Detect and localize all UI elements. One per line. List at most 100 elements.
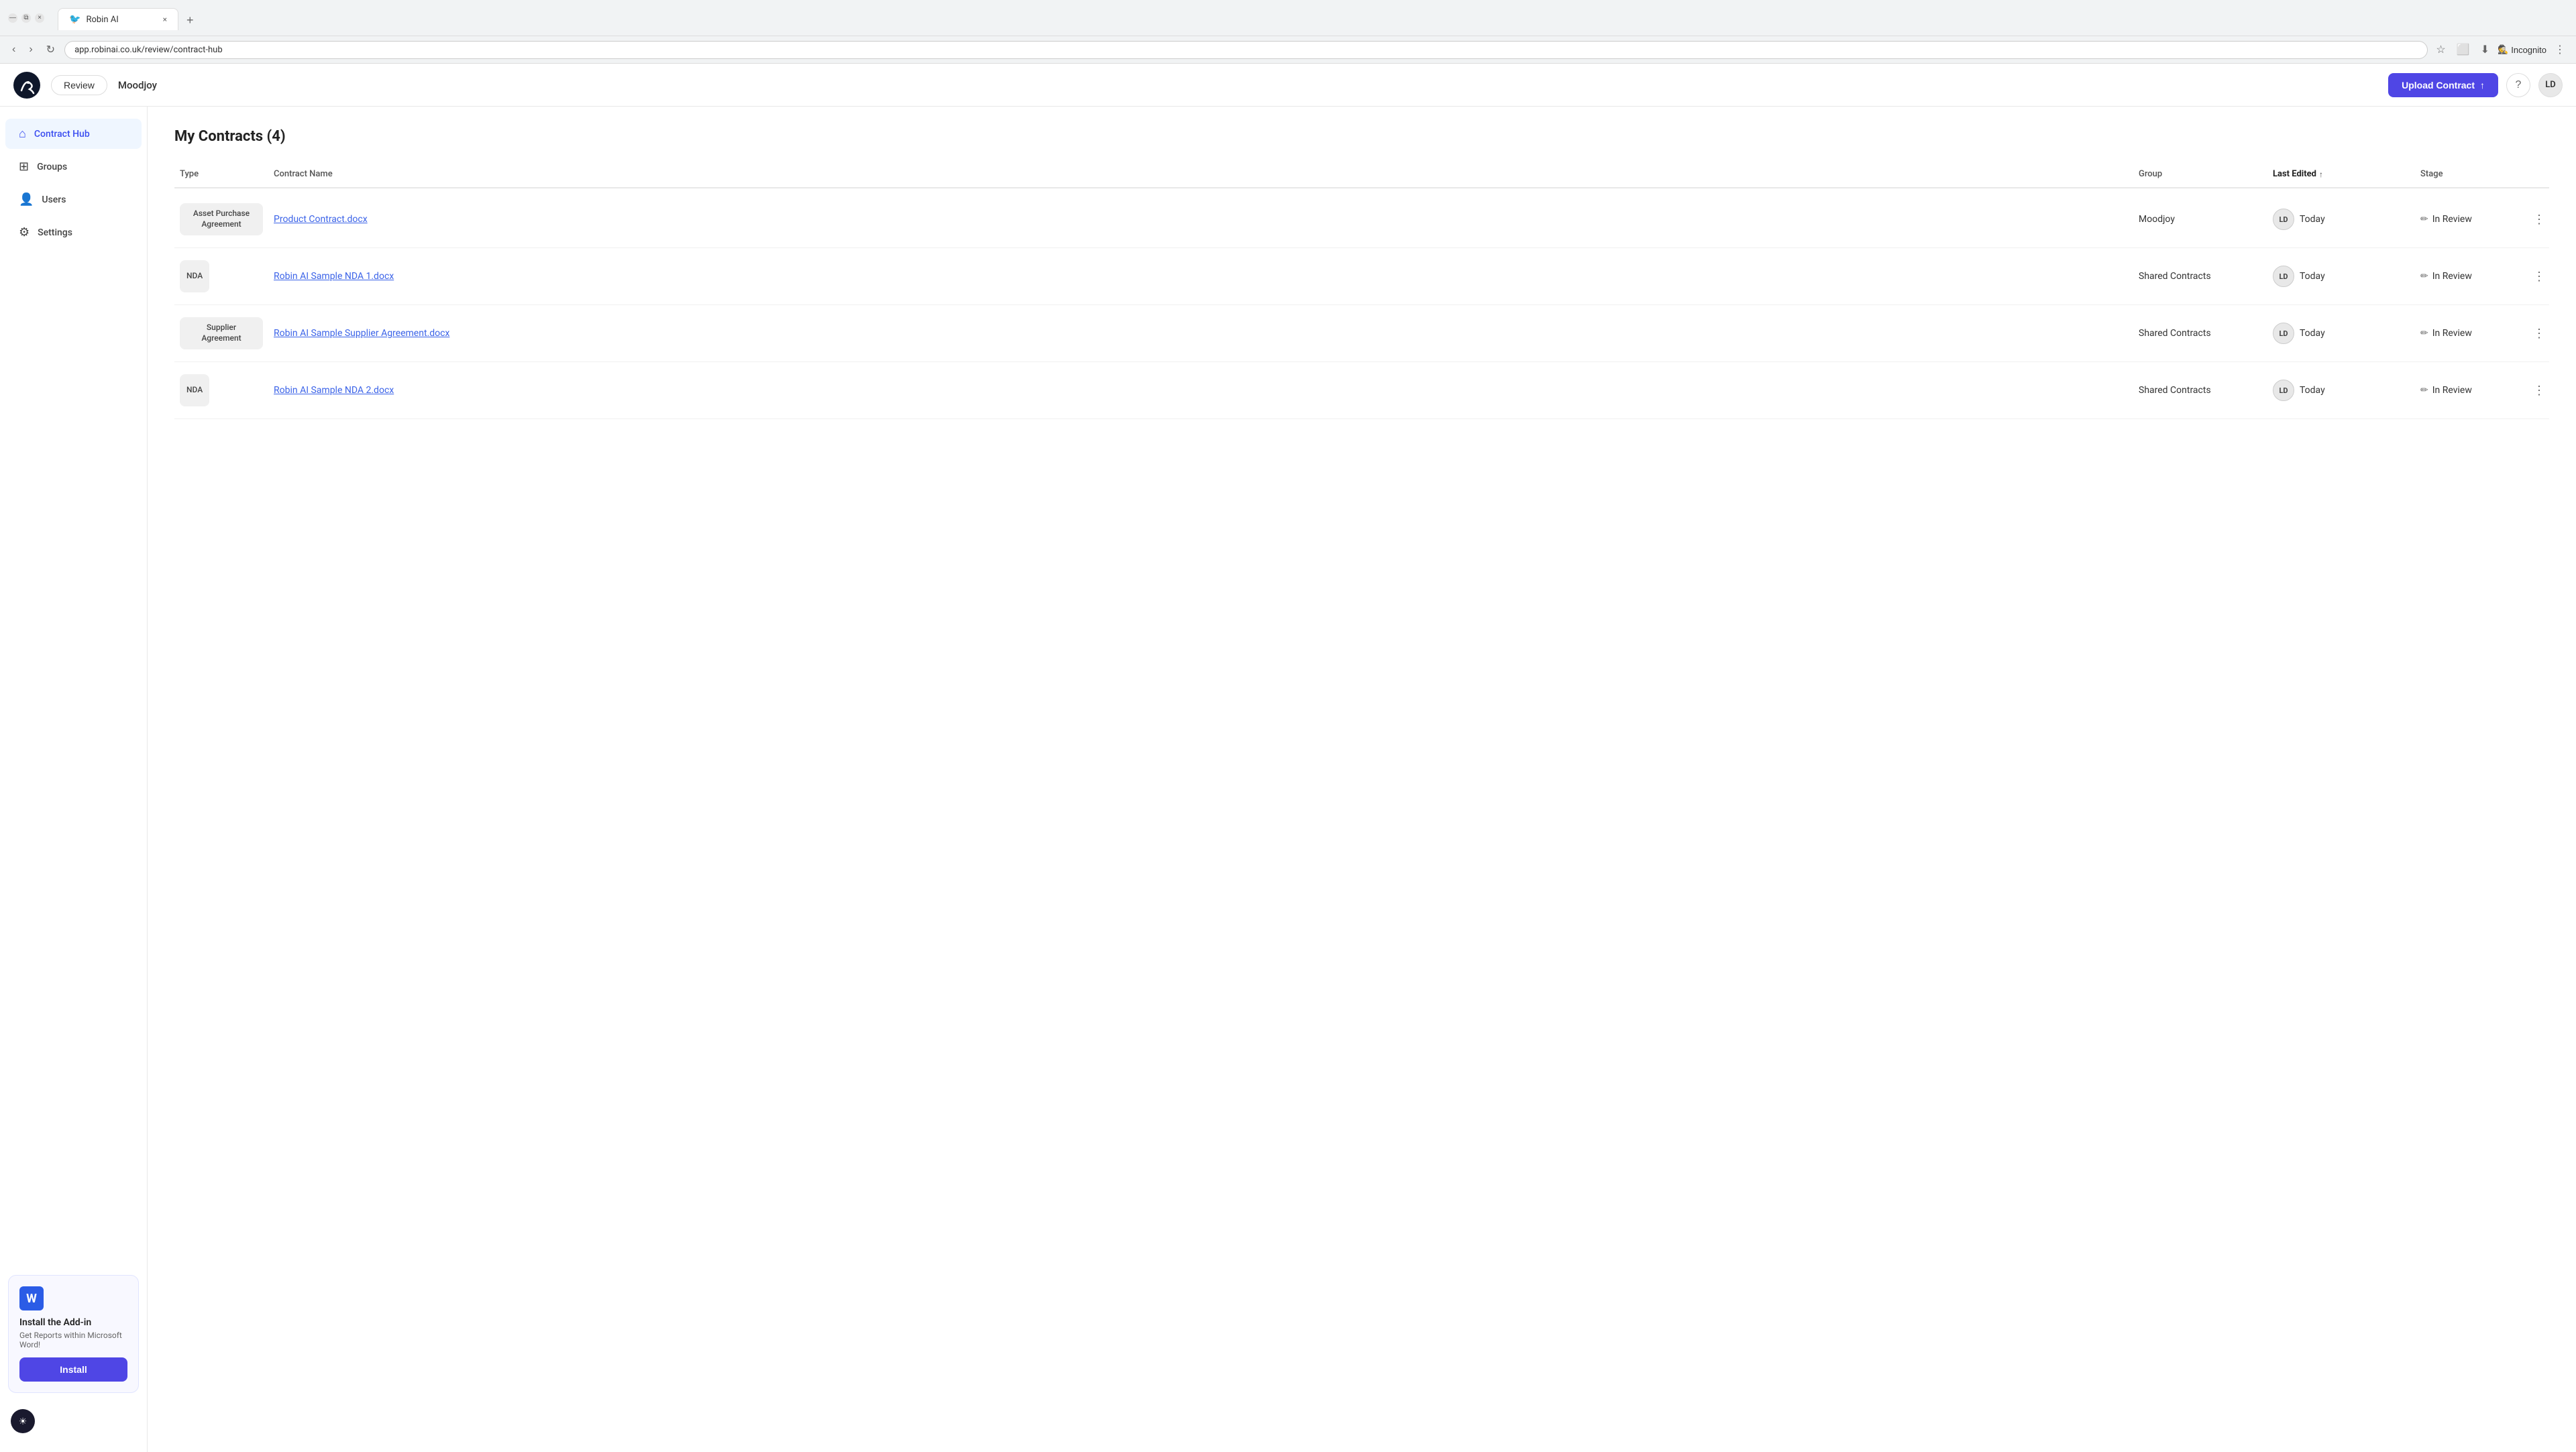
- actions-cell-2: ⋮: [2522, 321, 2549, 346]
- edited-text-3: Today: [2300, 385, 2325, 396]
- contract-link-2[interactable]: Robin AI Sample Supplier Agreement.docx: [274, 328, 449, 339]
- bookmark-button[interactable]: ☆: [2433, 40, 2448, 59]
- review-button[interactable]: Review: [51, 75, 107, 95]
- edit-icon-1: ✏: [2420, 271, 2428, 282]
- app-body: ⌂ Contract Hub ⊞ Groups 👤 Users ⚙ Settin…: [0, 107, 2576, 1452]
- more-menu-button-2[interactable]: ⋮: [2528, 324, 2551, 343]
- edited-text-1: Today: [2300, 271, 2325, 282]
- page-title: My Contracts (4): [174, 128, 2549, 145]
- browser-nav-bar: ‹ › ↻ app.robinai.co.uk/review/contract-…: [0, 36, 2576, 63]
- row-avatar-1: LD: [2273, 266, 2294, 287]
- row-avatar-3: LD: [2273, 380, 2294, 401]
- settings-icon: ⚙: [19, 225, 30, 239]
- stage-cell-2: ✏ In Review: [2415, 325, 2522, 341]
- table-row: Supplier Agreement Robin AI Sample Suppl…: [174, 305, 2549, 362]
- contract-link-3[interactable]: Robin AI Sample NDA 2.docx: [274, 385, 394, 396]
- stage-cell-3: ✏ In Review: [2415, 382, 2522, 398]
- upload-label: Upload Contract: [2402, 80, 2475, 91]
- back-button[interactable]: ‹: [8, 41, 19, 58]
- addon-card: W Install the Add-in Get Reports within …: [8, 1275, 139, 1393]
- col-last-edited[interactable]: Last Edited ↑: [2267, 166, 2415, 182]
- addon-title: Install the Add-in: [19, 1317, 127, 1328]
- forward-button[interactable]: ›: [25, 41, 36, 58]
- sidebar-label-users: Users: [42, 194, 66, 205]
- incognito-button[interactable]: 🕵 Incognito: [2498, 44, 2546, 55]
- sidebar-item-users[interactable]: 👤 Users: [5, 184, 142, 215]
- stage-label-3: In Review: [2432, 385, 2472, 396]
- restore-button[interactable]: ⧉: [21, 13, 31, 23]
- user-avatar[interactable]: LD: [2538, 73, 2563, 97]
- help-button[interactable]: ?: [2506, 73, 2530, 97]
- table-row: NDA Robin AI Sample NDA 1.docx Shared Co…: [174, 248, 2549, 305]
- app-header: Review Moodjoy Upload Contract ↑ ? LD: [0, 64, 2576, 107]
- sidebar-item-settings[interactable]: ⚙ Settings: [5, 217, 142, 247]
- edit-icon-2: ✏: [2420, 328, 2428, 339]
- tab-bar: 🐦 Robin AI × +: [50, 5, 2568, 30]
- last-edited-cell-1: LD Today: [2267, 263, 2415, 290]
- chat-icon: ☀: [19, 1416, 28, 1427]
- more-menu-button-1[interactable]: ⋮: [2528, 267, 2551, 286]
- table-header: Type Contract Name Group Last Edited ↑ S…: [174, 161, 2549, 188]
- reload-button[interactable]: ↻: [42, 40, 59, 59]
- contract-name-cell-0: Product Contract.docx: [268, 211, 2133, 227]
- actions-cell-1: ⋮: [2522, 264, 2549, 289]
- col-type: Type: [174, 166, 268, 182]
- download-button[interactable]: ⬇: [2478, 40, 2492, 59]
- col-actions: [2522, 166, 2549, 182]
- table-row: NDA Robin AI Sample NDA 2.docx Shared Co…: [174, 362, 2549, 419]
- row-avatar-0: LD: [2273, 209, 2294, 230]
- type-badge-3: NDA: [180, 374, 209, 406]
- minimize-button[interactable]: —: [8, 13, 17, 23]
- tab-label: Robin AI: [86, 15, 118, 25]
- company-name: Moodjoy: [118, 79, 2388, 91]
- tab-close-btn[interactable]: ×: [163, 15, 167, 24]
- word-icon: W: [19, 1286, 44, 1310]
- table-row: Asset Purchase Agreement Product Contrac…: [174, 191, 2549, 248]
- edited-text-0: Today: [2300, 214, 2325, 225]
- chat-button[interactable]: ☀: [11, 1409, 35, 1433]
- browser-menu-button[interactable]: ⋮: [2552, 40, 2568, 59]
- sidebar-label-settings: Settings: [38, 227, 72, 238]
- browser-chrome: — ⧉ × 🐦 Robin AI × + ‹ › ↻ app.robinai.c…: [0, 0, 2576, 64]
- app-logo: [13, 72, 40, 99]
- actions-cell-3: ⋮: [2522, 378, 2549, 403]
- sidebar-bottom-section: ☀: [0, 1401, 147, 1441]
- sidebar-item-contract-hub[interactable]: ⌂ Contract Hub: [5, 119, 142, 149]
- col-name: Contract Name: [268, 166, 2133, 182]
- type-badge-2: Supplier Agreement: [180, 317, 263, 349]
- install-button[interactable]: Install: [19, 1357, 127, 1382]
- group-cell-3: Shared Contracts: [2133, 382, 2267, 398]
- edit-icon-3: ✏: [2420, 385, 2428, 396]
- sort-arrow-icon: ↑: [2319, 170, 2323, 179]
- incognito-label: Incognito: [2511, 45, 2546, 55]
- extensions-button[interactable]: ⬜: [2454, 40, 2473, 59]
- contract-link-1[interactable]: Robin AI Sample NDA 1.docx: [274, 271, 394, 282]
- stage-cell-0: ✏ In Review: [2415, 211, 2522, 227]
- header-actions: Upload Contract ↑ ? LD: [2388, 73, 2563, 97]
- group-cell-1: Shared Contracts: [2133, 268, 2267, 284]
- close-button[interactable]: ×: [35, 13, 44, 23]
- type-cell-1: NDA: [174, 258, 268, 295]
- sidebar-label-contract-hub: Contract Hub: [34, 129, 90, 139]
- contract-link-0[interactable]: Product Contract.docx: [274, 214, 368, 225]
- window-controls: — ⧉ ×: [8, 13, 44, 23]
- edit-icon-0: ✏: [2420, 214, 2428, 225]
- upload-contract-button[interactable]: Upload Contract ↑: [2388, 73, 2498, 97]
- sidebar-item-groups[interactable]: ⊞ Groups: [5, 152, 142, 182]
- active-tab[interactable]: 🐦 Robin AI ×: [58, 8, 178, 30]
- stage-label-1: In Review: [2432, 271, 2472, 282]
- more-menu-button-3[interactable]: ⋮: [2528, 381, 2551, 400]
- type-badge-0: Asset Purchase Agreement: [180, 203, 263, 235]
- group-cell-0: Moodjoy: [2133, 211, 2267, 227]
- contract-name-cell-1: Robin AI Sample NDA 1.docx: [268, 268, 2133, 284]
- last-edited-cell-2: LD Today: [2267, 320, 2415, 347]
- contract-name-cell-2: Robin AI Sample Supplier Agreement.docx: [268, 325, 2133, 341]
- address-bar[interactable]: app.robinai.co.uk/review/contract-hub: [64, 41, 2428, 59]
- incognito-icon: 🕵: [2498, 44, 2508, 55]
- addon-description: Get Reports within Microsoft Word!: [19, 1331, 127, 1349]
- tab-favicon: 🐦: [69, 14, 80, 25]
- col-stage: Stage: [2415, 166, 2522, 182]
- more-menu-button-0[interactable]: ⋮: [2528, 210, 2551, 229]
- new-tab-button[interactable]: +: [181, 11, 199, 30]
- main-content: My Contracts (4) Type Contract Name Grou…: [148, 107, 2576, 1452]
